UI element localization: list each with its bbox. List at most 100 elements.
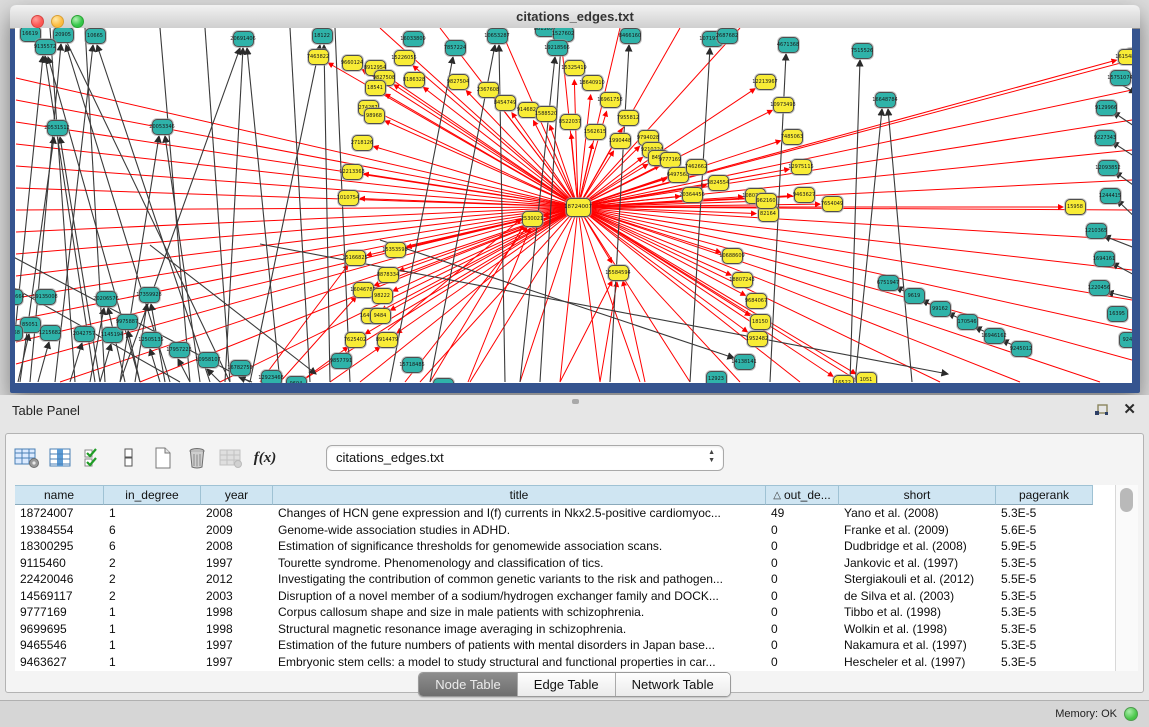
memory-status-indicator[interactable] — [1124, 707, 1138, 721]
graph-node[interactable]: 15325419 — [564, 60, 585, 76]
graph-hub-node[interactable]: 18724007 — [566, 198, 591, 217]
graph-node[interactable]: 9857791 — [331, 353, 352, 369]
graph-node[interactable]: 9694 — [286, 376, 307, 383]
graph-node[interactable]: 16961758 — [600, 92, 621, 108]
graph-node[interactable]: 12213967 — [755, 74, 776, 90]
graph-node[interactable]: 962160 — [756, 193, 777, 209]
tab-edge-table[interactable]: Edge Table — [518, 673, 616, 696]
table-row[interactable]: 969969511998Structural magnetic resonanc… — [15, 621, 1116, 638]
graph-node[interactable]: 9227343 — [1095, 130, 1116, 146]
function-builder-button[interactable]: f(x) — [250, 443, 280, 473]
graph-node[interactable]: 10958107 — [198, 352, 219, 368]
table-mode-button[interactable] — [114, 443, 144, 473]
graph-node[interactable]: 18122 — [312, 28, 333, 44]
graph-node[interactable]: 16154808 — [1118, 49, 1133, 65]
graph-node[interactable]: 2687682 — [717, 28, 738, 44]
graph-node[interactable]: 15166825 — [345, 250, 366, 266]
table-row[interactable]: 1456911722003Disruption of a novel membe… — [15, 588, 1116, 605]
graph-node[interactable]: 1210365 — [1086, 223, 1107, 239]
graph-node[interactable]: 1348145 — [433, 378, 454, 383]
network-canvas[interactable]: 1661920905106659135572206914061812216033… — [15, 28, 1132, 383]
table-selector[interactable]: citations_edges.txt ▲▼ — [326, 445, 724, 471]
table-vertical-scrollbar[interactable] — [1115, 485, 1138, 671]
column-header-year[interactable]: year — [201, 485, 273, 505]
column-edit-button[interactable] — [46, 443, 76, 473]
graph-node[interactable]: 9975887 — [117, 314, 138, 330]
table-row[interactable]: 2242004622012Investigating the contribut… — [15, 571, 1116, 588]
column-header-title[interactable]: title — [273, 485, 766, 505]
graph-node[interactable]: 18807243 — [732, 272, 753, 288]
graph-node[interactable]: 8914479 — [377, 332, 398, 348]
graph-node[interactable]: 20206576 — [96, 291, 117, 307]
float-panel-icon[interactable] — [1094, 404, 1109, 417]
graph-node[interactable]: 1694161 — [1094, 251, 1115, 267]
graph-node[interactable]: 99162 — [930, 301, 951, 317]
graph-node[interactable]: 8454749 — [495, 95, 516, 111]
scrollbar-thumb[interactable] — [1120, 488, 1133, 512]
graph-node[interactable]: 7654049 — [822, 196, 843, 212]
graph-node[interactable]: 6751947 — [878, 275, 899, 291]
tab-node-table[interactable]: Node Table — [419, 673, 518, 696]
column-header-pagerank[interactable]: pagerank — [996, 485, 1093, 505]
graph-node[interactable]: 15353593 — [385, 242, 406, 258]
network-window-titlebar[interactable]: citations_edges.txt — [10, 5, 1140, 29]
graph-node[interactable]: 9660124 — [342, 55, 363, 71]
table-row[interactable]: 946554611997Estimation of the future num… — [15, 637, 1116, 654]
graph-node[interactable]: 12923 — [706, 371, 727, 383]
graph-node[interactable]: 7857224 — [445, 40, 466, 56]
column-header-out_de[interactable]: △out_de... — [766, 485, 839, 505]
graph-node[interactable]: 25260664 — [15, 289, 23, 305]
graph-node[interactable]: 20053346 — [152, 119, 173, 135]
graph-node[interactable]: 9129966 — [1096, 100, 1117, 116]
select-visible-columns-button[interactable] — [80, 443, 110, 473]
graph-node[interactable]: 85051 — [20, 317, 41, 333]
graph-node[interactable]: 1215682 — [40, 325, 61, 341]
graph-node[interactable]: 7485063 — [782, 129, 803, 145]
graph-node[interactable]: 9619 — [904, 288, 925, 304]
graph-node[interactable]: 9245012 — [1011, 341, 1032, 357]
graph-node[interactable]: 12923468 — [261, 370, 282, 383]
close-panel-icon[interactable]: ✕ — [1123, 402, 1136, 417]
graph-node[interactable]: 17957223 — [169, 342, 190, 358]
graph-node[interactable]: 18150 — [750, 314, 771, 330]
graph-node[interactable]: 9463627 — [794, 187, 815, 203]
graph-node[interactable]: 39158 — [15, 325, 23, 341]
graph-node[interactable]: 10973493 — [773, 97, 794, 113]
graph-node[interactable]: 12975115 — [791, 159, 812, 175]
graph-node[interactable]: 14138141 — [734, 354, 755, 370]
graph-node[interactable]: 7625402 — [345, 332, 366, 348]
graph-node[interactable]: 2530021 — [522, 211, 543, 227]
column-header-short[interactable]: short — [839, 485, 996, 505]
graph-node[interactable]: 8878334 — [378, 267, 399, 283]
graph-node[interactable]: 1220456 — [1089, 280, 1110, 296]
graph-node[interactable]: 9827504 — [448, 74, 469, 90]
graph-node[interactable]: 15751074 — [1110, 70, 1131, 86]
graph-node[interactable]: 15958 — [1065, 199, 1086, 215]
graph-node[interactable]: 4671368 — [778, 37, 799, 53]
graph-node[interactable]: 7955812 — [618, 110, 639, 126]
graph-node[interactable]: 12505135 — [141, 332, 162, 348]
graph-node[interactable]: 1990448 — [610, 133, 631, 149]
graph-node[interactable]: 10688609 — [722, 248, 743, 264]
graph-node[interactable]: 170546 — [957, 314, 978, 330]
graph-node[interactable]: 7515526 — [852, 43, 873, 59]
table-row[interactable]: 977716911998Corpus callosum shape and si… — [15, 604, 1116, 621]
graph-node[interactable]: 8466160 — [620, 28, 641, 44]
graph-node[interactable]: 98968 — [364, 108, 385, 124]
graph-node[interactable]: 15718485 — [402, 357, 423, 373]
delete-table-button[interactable] — [182, 443, 212, 473]
graph-node[interactable]: 9684067 — [746, 293, 767, 309]
graph-node[interactable]: 8522037 — [560, 114, 581, 130]
graph-node[interactable]: 9484 — [370, 308, 391, 324]
column-header-in_degree[interactable]: in_degree — [104, 485, 201, 505]
graph-node[interactable]: 1952482 — [747, 331, 768, 347]
graph-node[interactable]: 20531512 — [47, 120, 68, 136]
table-row[interactable]: 1830029562008Estimation of significance … — [15, 538, 1116, 555]
graph-node[interactable]: 20364456 — [682, 187, 703, 203]
graph-node[interactable]: 18640910 — [582, 75, 603, 91]
tab-network-table[interactable]: Network Table — [616, 673, 730, 696]
graph-node[interactable]: 10653287 — [487, 28, 508, 44]
graph-node[interactable]: 12213363 — [342, 164, 363, 180]
graph-node[interactable]: 1244415 — [1100, 188, 1121, 204]
graph-node[interactable]: 7462662 — [686, 159, 707, 175]
